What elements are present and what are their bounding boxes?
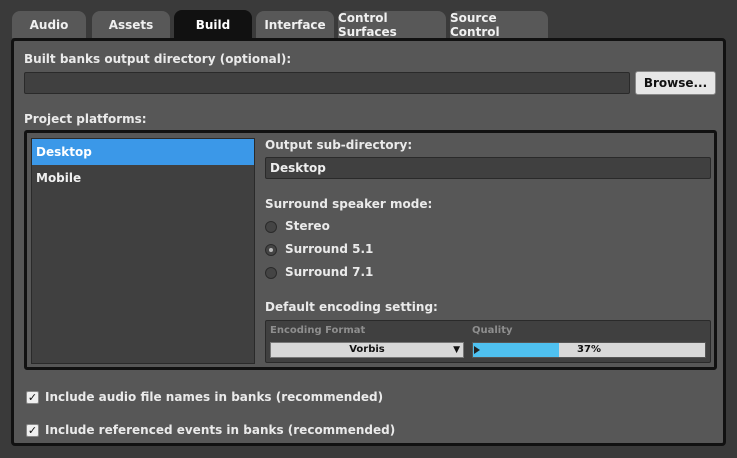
radio-stereo[interactable]: [265, 221, 277, 233]
platform-item-mobile[interactable]: Mobile: [32, 165, 254, 191]
tab-build[interactable]: Build: [174, 10, 252, 40]
encoding-format-value: Vorbis: [349, 344, 385, 355]
tab-interface[interactable]: Interface: [256, 11, 334, 38]
output-dir-label: Built banks output directory (optional):: [24, 52, 292, 66]
quality-header: Quality: [472, 325, 513, 336]
encoding-format-select[interactable]: Vorbis ▼: [270, 342, 464, 358]
radio-stereo-label: Stereo: [285, 219, 330, 233]
checkbox-include-audio-names[interactable]: ✓: [26, 391, 39, 404]
tab-source-control[interactable]: Source Control: [450, 11, 548, 39]
browse-button[interactable]: Browse...: [635, 71, 716, 95]
subdir-label: Output sub-directory:: [265, 138, 413, 152]
checkbox-include-referenced-events-label: Include referenced events in banks (reco…: [45, 423, 396, 437]
platform-list: Desktop Mobile: [31, 138, 255, 364]
quality-slider[interactable]: 37%: [472, 342, 706, 358]
quality-value: 37%: [577, 344, 601, 355]
platform-item-desktop[interactable]: Desktop: [32, 139, 254, 165]
checkbox-include-audio-names-label: Include audio file names in banks (recom…: [45, 390, 384, 404]
subdir-field[interactable]: Desktop: [265, 157, 711, 179]
build-panel: Built banks output directory (optional):…: [11, 38, 726, 446]
radio-surround-7-1-label: Surround 7.1: [285, 265, 374, 279]
tab-bar: Audio Assets Build Interface Control Sur…: [0, 0, 737, 40]
radio-surround-7-1[interactable]: [265, 267, 277, 279]
surround-label: Surround speaker mode:: [265, 197, 433, 211]
tab-control-surfaces[interactable]: Control Surfaces: [338, 11, 446, 39]
tab-audio[interactable]: Audio: [12, 11, 86, 38]
checkbox-include-referenced-events[interactable]: ✓: [26, 424, 39, 437]
radio-surround-5-1[interactable]: [265, 244, 277, 256]
platforms-label: Project platforms:: [24, 112, 147, 126]
encoding-label: Default encoding setting:: [265, 300, 438, 314]
output-dir-field[interactable]: [24, 72, 630, 94]
tab-assets[interactable]: Assets: [92, 11, 170, 38]
encoding-format-header: Encoding Format: [270, 325, 366, 336]
dropdown-arrow-icon: ▼: [453, 345, 460, 355]
radio-surround-5-1-label: Surround 5.1: [285, 242, 374, 256]
encoding-settings-box: Encoding Format Quality Vorbis ▼ 37%: [265, 320, 711, 363]
platforms-group: Desktop Mobile Output sub-directory: Des…: [24, 130, 717, 370]
